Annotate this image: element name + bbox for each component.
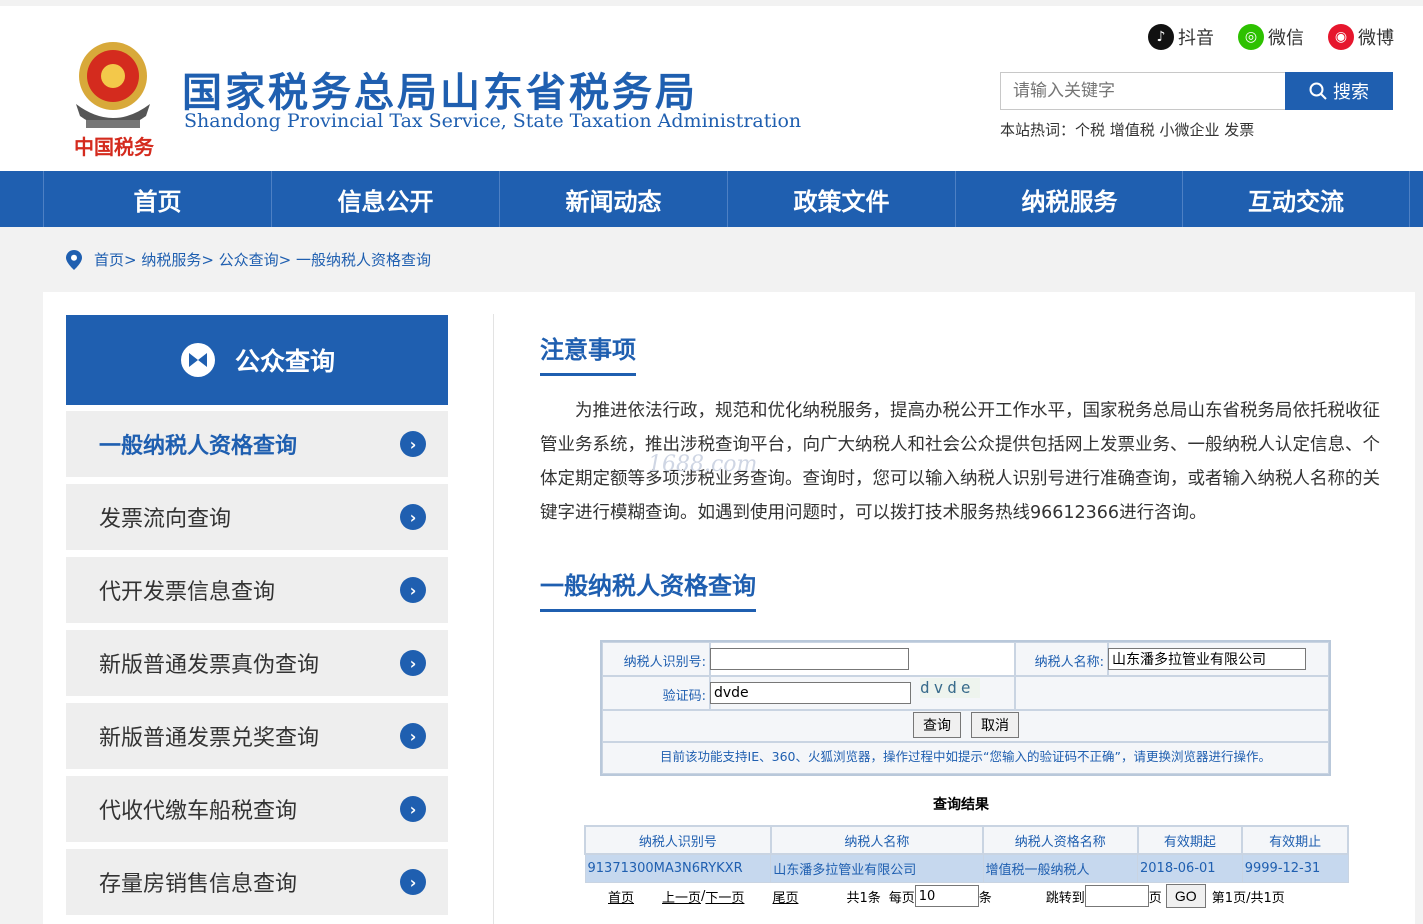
search-input[interactable] <box>1000 72 1285 110</box>
nav-home[interactable]: 首页 <box>43 171 271 227</box>
nav-tax-service[interactable]: 纳税服务 <box>955 171 1183 227</box>
browser-hint: 目前该功能支持IE、360、火狐浏览器，操作过程中如提示“您输入的验证码不正确”… <box>660 749 1271 764</box>
wechat-icon: ◎ <box>1238 24 1264 50</box>
results-title: 查询结果 <box>933 797 989 813</box>
breadcrumb: 首页> 纳税服务> 公众查询> 一般纳税人资格查询 <box>66 249 431 270</box>
breadcrumb-text[interactable]: 首页> 纳税服务> 公众查询> 一般纳税人资格查询 <box>94 249 431 270</box>
main-content: 公众查询 一般纳税人资格查询 › 发票流向查询 › 代开发票信息查询 › 新版普… <box>43 292 1415 924</box>
search-icon <box>1309 82 1327 100</box>
sidebar-item-issued-invoice[interactable]: 代开发票信息查询 › <box>66 557 448 623</box>
table-cell: 2018-06-01 <box>1137 853 1243 883</box>
jump-unit: 页 <box>1148 890 1162 906</box>
nav-policy[interactable]: 政策文件 <box>727 171 955 227</box>
pagination: 首页 上一页 / 下一页 尾页 共1条 每页 条 跳转到 页 GO 第1页/共1… <box>608 884 1285 908</box>
chevron-right-icon: › <box>400 869 426 895</box>
next-page-link[interactable]: 下一页 <box>705 887 744 906</box>
nav-info-disclosure[interactable]: 信息公开 <box>271 171 499 227</box>
notice-title: 注意事项 <box>540 330 636 376</box>
main-nav: 首页 信息公开 新闻动态 政策文件 纳税服务 互动交流 <box>0 171 1423 227</box>
site-subtitle: Shandong Provincial Tax Service, State T… <box>184 110 802 132</box>
sidebar-header: 公众查询 <box>66 315 448 405</box>
hot-keywords[interactable]: 本站热词：个税 增值税 小微企业 发票 <box>1000 119 1254 140</box>
sidebar-item-general-taxpayer[interactable]: 一般纳税人资格查询 › <box>66 411 448 477</box>
last-page-link[interactable]: 尾页 <box>772 887 798 906</box>
weibo-link[interactable]: ◉ 微博 <box>1328 24 1394 50</box>
sidebar-item-invoice-authenticity[interactable]: 新版普通发票真伪查询 › <box>66 630 448 696</box>
chevron-right-icon: › <box>400 577 426 603</box>
douyin-icon: ♪ <box>1148 24 1174 50</box>
taxpayer-name-label: 纳税人名称: <box>1034 655 1104 670</box>
per-page-input[interactable] <box>914 885 979 907</box>
tax-emblem-logo: 中国税务 <box>74 42 155 159</box>
location-pin-icon <box>66 249 82 270</box>
query-form: 纳税人识别号: 纳税人名称: 验证码: dvde 查询 取消 目前该功能支持IE… <box>600 640 1331 776</box>
content-divider <box>493 314 494 924</box>
column-header: 有效期止 <box>1241 825 1349 855</box>
taxpayer-id-input[interactable] <box>710 648 909 670</box>
captcha-image[interactable]: dvde <box>920 678 980 698</box>
chevron-right-icon: › <box>400 723 426 749</box>
search-button[interactable]: 搜索 <box>1285 72 1393 110</box>
chevron-right-icon: › <box>400 504 426 530</box>
table-cell: 91371300MA3N6RYKXR <box>584 853 772 883</box>
sidebar-item-invoice-flow[interactable]: 发票流向查询 › <box>66 484 448 550</box>
douyin-link[interactable]: ♪ 抖音 <box>1148 24 1214 50</box>
column-header: 有效期起 <box>1136 825 1244 855</box>
taxpayer-name-input[interactable] <box>1108 648 1306 670</box>
table-cell: 增值税一般纳税人 <box>982 853 1139 883</box>
table-cell: 9999-12-31 <box>1241 853 1349 883</box>
table-row: 91371300MA3N6RYKXR 山东潘多拉管业有限公司 增值税一般纳税人 … <box>584 853 1349 883</box>
sidebar-title: 公众查询 <box>234 347 335 376</box>
captcha-input[interactable] <box>710 682 911 704</box>
query-section-title: 一般纳税人资格查询 <box>540 566 756 612</box>
column-header: 纳税人名称 <box>769 825 985 855</box>
watermark: 1688.com <box>648 452 758 477</box>
sidebar-item-invoice-lottery[interactable]: 新版普通发票兑奖查询 › <box>66 703 448 769</box>
query-cancel-button[interactable]: 取消 <box>971 712 1019 738</box>
jump-label: 跳转到 <box>1045 890 1085 906</box>
nav-news[interactable]: 新闻动态 <box>499 171 727 227</box>
site-header: 中国税务 国家税务总局山东省税务局 Shandong Provincial Ta… <box>0 6 1423 171</box>
nav-interaction[interactable]: 互动交流 <box>1182 171 1410 227</box>
chevron-right-icon: › <box>400 650 426 676</box>
prev-page-link[interactable]: 上一页 <box>662 887 701 906</box>
chevron-right-icon: › <box>400 431 426 457</box>
results-table: 纳税人识别号 纳税人名称 纳税人资格名称 有效期起 有效期止 91371300M… <box>584 825 1349 883</box>
total-count: 共1条 <box>846 890 881 906</box>
per-page-unit: 条 <box>978 890 992 906</box>
table-cell: 山东潘多拉管业有限公司 <box>770 853 984 883</box>
wechat-link[interactable]: ◎ 微信 <box>1238 24 1304 50</box>
weibo-icon: ◉ <box>1328 24 1354 50</box>
per-page-label: 每页 <box>888 890 915 906</box>
chevron-right-icon: › <box>400 796 426 822</box>
column-header: 纳税人识别号 <box>584 825 772 855</box>
taxpayer-id-label: 纳税人识别号: <box>623 655 706 670</box>
sidebar-item-vehicle-tax[interactable]: 代收代缴车船税查询 › <box>66 776 448 842</box>
emblem-text: 中国税务 <box>74 135 155 159</box>
page-status: 第1页/共1页 <box>1211 890 1285 906</box>
query-submit-button[interactable]: 查询 <box>913 712 961 738</box>
go-button[interactable]: GO <box>1165 884 1206 908</box>
query-category-icon <box>180 343 215 377</box>
captcha-label: 验证码: <box>662 689 706 704</box>
jump-page-input[interactable] <box>1084 885 1149 907</box>
sidebar-item-housing-sales[interactable]: 存量房销售信息查询 › <box>66 849 448 915</box>
column-header: 纳税人资格名称 <box>982 825 1139 855</box>
first-page-link[interactable]: 首页 <box>608 887 634 906</box>
